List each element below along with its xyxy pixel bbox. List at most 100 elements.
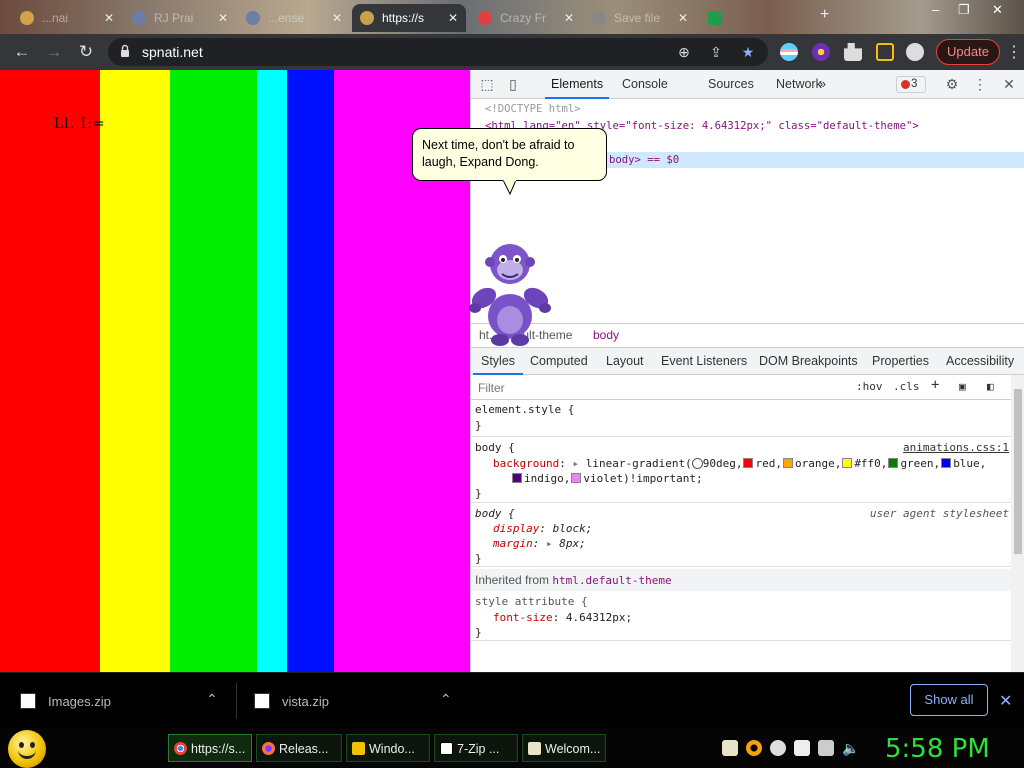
side-panel-icon[interactable] [876, 43, 894, 61]
background-declaration[interactable]: background: ▸ linear-gradient(90deg, red,… [493, 457, 986, 470]
lock-icon[interactable] [120, 44, 130, 58]
start-button-smiley-icon[interactable] [8, 730, 46, 768]
styles-scrollbar[interactable] [1011, 375, 1024, 672]
download-item[interactable]: vista.zip ⌃ [234, 673, 470, 729]
close-tab-icon[interactable]: ✕ [218, 11, 228, 25]
bonzi-buddy-character[interactable] [468, 234, 552, 348]
address-bar[interactable]: spnati.net ⊕ ⇪ ★ [108, 38, 768, 66]
display-declaration[interactable]: display: block; [493, 522, 592, 535]
welcome-app-icon [528, 742, 541, 755]
tab-event-listeners[interactable]: Event Listeners [653, 348, 755, 375]
error-count-badge[interactable]: 3 [896, 76, 926, 93]
color-swatch[interactable] [782, 458, 793, 468]
show-all-button[interactable]: Show all [910, 684, 988, 716]
color-swatch[interactable] [888, 458, 899, 468]
styles-filter-input[interactable] [474, 378, 846, 397]
extension-flag-icon[interactable] [780, 43, 798, 61]
hover-state-button[interactable]: :hov [856, 380, 883, 393]
extension-icon[interactable] [812, 43, 830, 61]
extensions-puzzle-icon[interactable] [844, 43, 862, 61]
scrollbar-thumb[interactable] [1014, 389, 1022, 554]
sidebar-toggle-icon[interactable]: ◧ [987, 380, 994, 393]
inherited-element-link[interactable]: html.default-theme [552, 574, 671, 587]
settings-gear-icon[interactable]: ⚙ [944, 76, 960, 92]
browser-tab[interactable]: ...nai ✕ [12, 4, 122, 32]
taskbar-item-explorer[interactable]: Windo... [346, 734, 430, 762]
tab-dom-breakpoints[interactable]: DOM Breakpoints [751, 348, 866, 375]
tab-layout[interactable]: Layout [598, 348, 652, 375]
back-arrow-icon[interactable]: ← [12, 42, 32, 62]
paint-bucket-icon[interactable]: ▣ [959, 380, 966, 393]
tab-sources[interactable]: Sources [702, 70, 760, 99]
taskbar-item-firefox[interactable]: Releas... [256, 734, 342, 762]
breadcrumb-body[interactable]: body [593, 328, 619, 342]
browser-tab[interactable]: ...ense ✕ [238, 4, 350, 32]
margin-declaration[interactable]: margin: ▸ 8px; [493, 537, 586, 550]
zoom-icon[interactable]: ⊕ [676, 44, 692, 60]
body-rule[interactable]: body { animations.css:1 background: ▸ li… [471, 437, 1011, 503]
taskbar-item-welcome[interactable]: Welcom... [522, 734, 606, 762]
forward-arrow-icon[interactable]: → [44, 42, 64, 62]
tab-console[interactable]: Console [616, 70, 674, 99]
chevron-up-icon[interactable]: ⌃ [206, 691, 218, 708]
tab-properties[interactable]: Properties [864, 348, 937, 375]
browser-tab[interactable]: Crazy Fr ✕ [470, 4, 582, 32]
animations-css-link[interactable]: animations.css:1 [903, 441, 1009, 454]
tray-network-icon[interactable] [818, 740, 834, 756]
share-icon[interactable]: ⇪ [708, 44, 724, 60]
taskbar-item-chrome[interactable]: https://s... [168, 734, 252, 762]
user-agent-body-rule[interactable]: body { user agent stylesheet display: bl… [471, 503, 1011, 567]
browser-tab-active[interactable]: https://s ✕ [352, 4, 466, 32]
color-swatch[interactable] [842, 458, 853, 468]
tab-computed[interactable]: Computed [522, 348, 596, 375]
more-tabs-button[interactable]: » [813, 70, 832, 99]
close-tab-icon[interactable]: ✕ [448, 11, 458, 25]
menu-dots-icon[interactable]: ⋮ [1006, 42, 1022, 62]
new-rule-plus-icon[interactable]: + [931, 377, 939, 393]
class-toggle-button[interactable]: .cls [893, 380, 920, 393]
close-window-icon[interactable]: ✕ [992, 2, 1003, 18]
download-item[interactable]: Images.zip ⌃ [0, 673, 236, 729]
taskbar-item-7zip[interactable]: 7-Zip ... [434, 734, 518, 762]
close-shelf-icon[interactable]: ✕ [999, 691, 1012, 711]
inspect-element-icon[interactable]: ⬚ [479, 76, 495, 92]
tray-search-icon[interactable] [746, 740, 762, 756]
close-tab-icon[interactable]: ✕ [332, 11, 342, 25]
new-tab-button[interactable]: + [820, 6, 829, 24]
browser-tab[interactable]: Save file ✕ [584, 4, 696, 32]
update-button[interactable]: Update [936, 39, 1000, 65]
reload-icon[interactable]: ↻ [76, 42, 96, 62]
tab-elements[interactable]: Elements [545, 70, 610, 99]
chevron-up-icon[interactable]: ⌃ [440, 691, 452, 708]
bookmark-star-icon[interactable]: ★ [740, 44, 756, 60]
devtools-menu-icon[interactable]: ⋮ [972, 76, 988, 92]
close-devtools-icon[interactable]: ✕ [1001, 76, 1017, 92]
style-attribute-rule[interactable]: style attribute { font-size: 4.64312px; … [471, 593, 1011, 641]
doctype-node[interactable]: <!DOCTYPE html> [485, 103, 581, 115]
expand-arrow-icon[interactable]: ▸ [546, 537, 553, 550]
taskbar-clock[interactable]: 5:58 PM [885, 732, 990, 766]
tray-flag-icon[interactable] [794, 740, 810, 756]
tray-volume-icon[interactable]: 🔈 [842, 740, 859, 756]
minimize-icon[interactable]: – [932, 2, 939, 17]
color-swatch[interactable] [743, 458, 754, 468]
browser-tab[interactable] [700, 4, 730, 32]
angle-picker-icon[interactable] [691, 458, 703, 469]
tab-styles[interactable]: Styles [473, 348, 524, 375]
device-toolbar-icon[interactable]: ▯ [505, 76, 521, 92]
profile-avatar-icon[interactable] [906, 43, 924, 61]
browser-tab[interactable]: RJ Prai ✕ [124, 4, 236, 32]
element-style-rule[interactable]: element.style { } [471, 401, 1011, 437]
close-tab-icon[interactable]: ✕ [104, 11, 114, 25]
color-swatch[interactable] [571, 473, 582, 483]
color-swatch[interactable] [512, 473, 522, 483]
tab-accessibility[interactable]: Accessibility [938, 348, 1022, 375]
close-tab-icon[interactable]: ✕ [564, 11, 574, 25]
tray-app-icon[interactable] [722, 740, 738, 756]
font-size-declaration[interactable]: font-size: 4.64312px; [493, 611, 632, 624]
close-tab-icon[interactable]: ✕ [678, 11, 688, 25]
expand-arrow-icon[interactable]: ▸ [572, 457, 579, 470]
color-swatch[interactable] [941, 458, 952, 468]
restore-icon[interactable]: ❐ [958, 2, 970, 18]
tray-minus-icon[interactable] [770, 740, 786, 756]
